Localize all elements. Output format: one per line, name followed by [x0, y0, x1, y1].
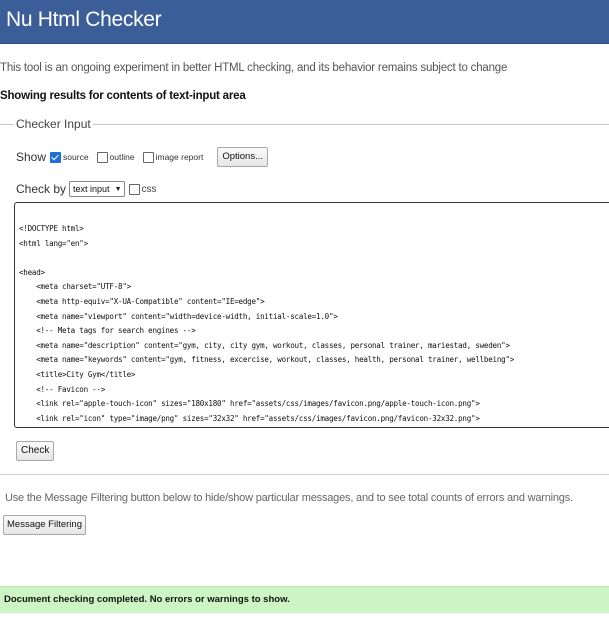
source-textarea[interactable]: <!DOCTYPE html> <html lang="en"> <head> …	[14, 202, 609, 428]
image-report-checkbox[interactable]	[142, 151, 154, 163]
show-label: Show	[16, 150, 47, 164]
css-label[interactable]: css	[142, 184, 157, 195]
check-by-row: Check by text input ▼ css	[16, 180, 157, 198]
options-button[interactable]: Options...	[217, 147, 268, 167]
image-report-label[interactable]: image report	[156, 152, 204, 162]
outline-checkbox[interactable]	[96, 151, 108, 163]
check-button[interactable]: Check	[16, 441, 55, 461]
status-banner: Document checking completed. No errors o…	[0, 586, 609, 613]
source-checkbox[interactable]	[50, 151, 62, 163]
css-checkbox[interactable]	[128, 183, 140, 195]
checker-input-legend: Checker Input	[14, 117, 93, 131]
check-by-selected-value: text input	[73, 184, 110, 194]
outline-label[interactable]: outline	[110, 152, 135, 162]
intro-text: This tool is an ongoing experiment in be…	[0, 62, 508, 74]
source-label[interactable]: source	[63, 152, 89, 162]
check-by-select[interactable]: text input ▼	[69, 181, 125, 197]
divider	[0, 474, 609, 475]
status-message: Document checking completed. No errors o…	[4, 594, 290, 605]
filter-note: Use the Message Filtering button below t…	[5, 492, 573, 504]
results-heading: Showing results for contents of text-inp…	[0, 90, 246, 102]
chevron-down-icon: ▼	[114, 185, 122, 193]
page-title: Nu Html Checker	[6, 8, 162, 31]
source-code[interactable]: <!DOCTYPE html> <html lang="en"> <head> …	[19, 221, 514, 425]
check-by-label: Check by	[16, 182, 67, 196]
show-options-row: Show source outline image report Options…	[16, 147, 268, 167]
app-header: Nu Html Checker	[0, 0, 609, 44]
message-filtering-button[interactable]: Message Filtering	[3, 515, 86, 535]
